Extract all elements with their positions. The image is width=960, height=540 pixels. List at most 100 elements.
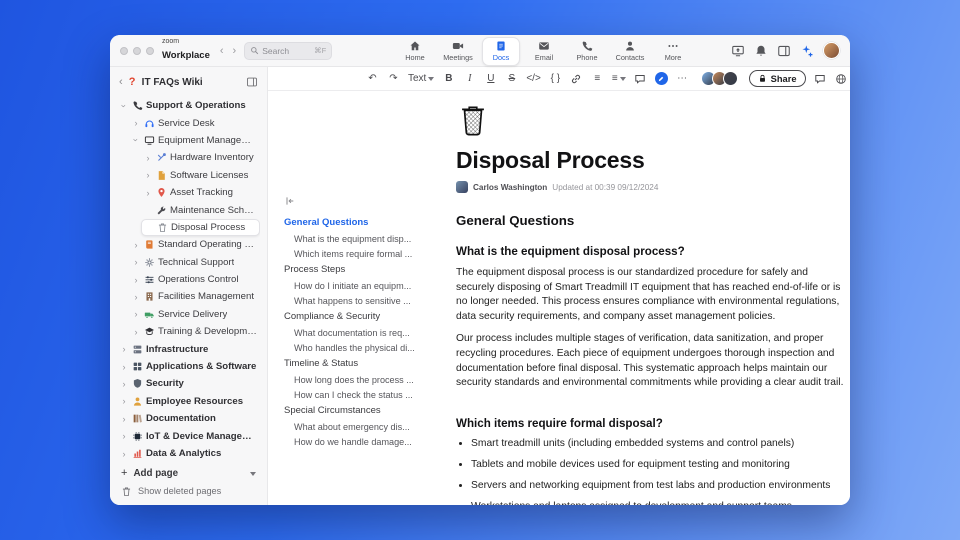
tab-contacts[interactable]: Contacts [611, 37, 649, 66]
window-controls[interactable] [120, 46, 154, 55]
user-avatar[interactable] [823, 42, 840, 59]
outline-section-process-steps[interactable]: Process Steps [284, 261, 434, 278]
outline-item[interactable]: How do we handle damage... [284, 434, 434, 449]
chevron-icon[interactable]: › [132, 275, 140, 285]
sparkle-plus-icon[interactable] [800, 44, 814, 58]
sidebar-item-service-desk[interactable]: › Service Desk [129, 114, 260, 131]
italic-button[interactable]: I [463, 71, 476, 87]
outline-section-general-questions[interactable]: General Questions [284, 214, 434, 231]
chevron-icon[interactable]: › [144, 188, 152, 198]
collaborator-avatar[interactable] [722, 71, 738, 86]
outline-section-timeline-status[interactable]: Timeline & Status [284, 355, 434, 372]
tab-phone[interactable]: Phone [568, 37, 606, 66]
sidebar-item-hardware-inventory[interactable]: › Hardware Inventory [141, 149, 260, 166]
chevron-icon[interactable]: › [120, 414, 128, 424]
outline-item[interactable]: What about emergency dis... [284, 419, 434, 434]
text-style-select[interactable]: Text [408, 71, 435, 87]
sidebar-item-technical-support[interactable]: › Technical Support [129, 254, 260, 271]
chevron-icon[interactable]: › [120, 449, 128, 459]
sidebar-item-documentation[interactable]: › Documentation [117, 410, 260, 427]
sidebar-item-operations-control[interactable]: › Operations Control [129, 271, 260, 288]
sidebar-item-disposal-process[interactable]: ›Disposal Process [141, 218, 260, 237]
sidebar-item-iot-device-management[interactable]: › IoT & Device Management [117, 427, 260, 444]
share-button[interactable]: Share [748, 70, 806, 87]
outline-item[interactable]: What documentation is req... [284, 325, 434, 340]
ai-companion-button[interactable] [654, 71, 668, 87]
redo-button[interactable]: ↷ [387, 71, 400, 87]
chevron-icon[interactable]: › [132, 292, 140, 302]
strikethrough-button[interactable]: S [505, 71, 518, 87]
collapse-tree-button[interactable] [250, 468, 256, 479]
sidebar-item-security[interactable]: › Security [117, 375, 260, 392]
chevron-icon[interactable]: › [132, 118, 140, 128]
chevron-icon[interactable]: › [120, 396, 128, 406]
chevron-icon[interactable]: › [132, 240, 140, 250]
collaborator-avatars[interactable] [700, 71, 738, 86]
panel-icon[interactable] [777, 44, 791, 58]
chevron-icon[interactable]: › [119, 102, 129, 110]
outline-section-special-circumstances[interactable]: Special Circumstances [284, 402, 434, 419]
bell-icon[interactable] [754, 44, 768, 58]
chevron-icon[interactable]: › [120, 431, 128, 441]
publish-to-web-button[interactable] [835, 71, 848, 87]
tab-docs[interactable]: Docs [482, 36, 520, 66]
sidebar-item-applications-software[interactable]: › Applications & Software [117, 358, 260, 375]
sidebar-item-employee-resources[interactable]: › Employee Resources [117, 393, 260, 410]
sidebar-item-maintenance-schedules[interactable]: ›Maintenance Schedules [141, 201, 260, 218]
sidebar-item-training-development[interactable]: › Training & Development [129, 323, 260, 340]
chevron-icon[interactable]: › [132, 257, 140, 267]
sidebar-item-service-delivery[interactable]: › Service Delivery [129, 306, 260, 323]
tab-meetings[interactable]: Meetings [439, 37, 477, 66]
chevron-icon[interactable]: › [144, 170, 152, 180]
tab-more[interactable]: More [654, 37, 692, 66]
show-deleted-pages-button[interactable]: Show deleted pages [117, 482, 260, 500]
tab-home[interactable]: Home [396, 37, 434, 66]
outline-item[interactable]: How can I check the status ... [284, 387, 434, 402]
code-block-button[interactable]: { } [549, 71, 562, 87]
bullet-list-button[interactable]: ≡ [591, 71, 604, 87]
chevron-icon[interactable]: › [120, 362, 128, 372]
close-window-button[interactable] [120, 46, 128, 55]
inline-code-button[interactable]: </> [526, 71, 540, 87]
sidebar-item-facilities-management[interactable]: › Facilities Management [129, 288, 260, 305]
sidebar-item-asset-tracking[interactable]: › Asset Tracking [141, 184, 260, 201]
doc-title[interactable]: Disposal Process [456, 147, 848, 174]
outline-item[interactable]: Who handles the physical di... [284, 340, 434, 355]
chevron-icon[interactable]: › [132, 327, 140, 337]
chevron-icon[interactable]: › [131, 136, 141, 144]
sidebar-back-button[interactable]: ‹ [119, 76, 123, 88]
chevron-icon[interactable]: › [144, 153, 152, 163]
chevron-icon[interactable]: › [120, 379, 128, 389]
minimize-window-button[interactable] [133, 46, 141, 55]
undo-button[interactable]: ↶ [366, 71, 379, 87]
comment-button[interactable] [634, 71, 647, 87]
outline-item[interactable]: How long does the process ... [284, 372, 434, 387]
sidebar-item-standard-operating-procedures[interactable]: › Standard Operating Procedures [129, 236, 260, 253]
underline-button[interactable]: U [484, 71, 497, 87]
collapse-outline-icon[interactable] [284, 195, 434, 207]
nav-back-button[interactable]: ‹ [220, 45, 224, 57]
outline-item[interactable]: What is the equipment disp... [284, 231, 434, 246]
screenshare-icon[interactable] [731, 44, 745, 58]
add-page-button[interactable]: + Add page [117, 464, 260, 482]
doc-scroll[interactable]: General Questions What is the equipment d… [268, 91, 850, 505]
collapse-sidebar-icon[interactable] [246, 76, 258, 88]
align-button[interactable]: ≡ [612, 71, 626, 87]
nav-forward-button[interactable]: › [233, 45, 237, 57]
sidebar-item-support-operations[interactable]: › Support & Operations [117, 97, 260, 114]
outline-item[interactable]: How do I initiate an equipm... [284, 278, 434, 293]
sidebar-item-data-analytics[interactable]: › Data & Analytics [117, 445, 260, 462]
sidebar-item-infrastructure[interactable]: › Infrastructure [117, 340, 260, 357]
chevron-icon[interactable]: › [132, 309, 140, 319]
outline-item[interactable]: What happens to sensitive ... [284, 293, 434, 308]
maximize-window-button[interactable] [146, 46, 154, 55]
sidebar-item-software-licenses[interactable]: › Software Licenses [141, 167, 260, 184]
outline-item[interactable]: Which items require formal ... [284, 246, 434, 261]
search-input[interactable]: Search ⌘F [244, 41, 333, 60]
outline-section-compliance-security[interactable]: Compliance & Security [284, 308, 434, 325]
tab-email[interactable]: Email [525, 37, 563, 66]
comments-button[interactable] [814, 71, 827, 87]
link-button[interactable] [570, 71, 583, 87]
bold-button[interactable]: B [442, 71, 455, 87]
sidebar-item-equipment-management[interactable]: › Equipment Management [129, 132, 260, 149]
